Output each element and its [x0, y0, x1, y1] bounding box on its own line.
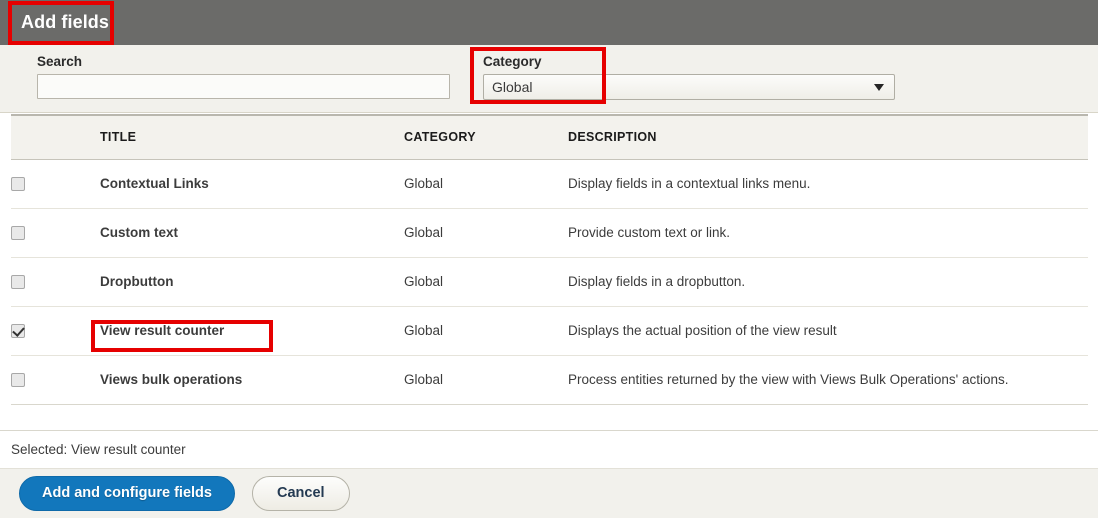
row-select-cell	[11, 355, 100, 405]
fields-table: TITLE CATEGORY DESCRIPTION Contextual Li…	[11, 114, 1088, 405]
column-header-title: TITLE	[100, 114, 404, 160]
page-title: Add fields	[21, 12, 110, 32]
row-description: Display fields in a dropbutton.	[568, 257, 1088, 307]
table-row[interactable]: Custom text Global Provide custom text o…	[11, 208, 1088, 258]
row-title: View result counter	[100, 306, 404, 356]
table-row[interactable]: Views bulk operations Global Process ent…	[11, 355, 1088, 405]
table-row[interactable]: View result counter Global Displays the …	[11, 306, 1088, 356]
row-title: Views bulk operations	[100, 355, 404, 405]
table-row[interactable]: Dropbutton Global Display fields in a dr…	[11, 257, 1088, 307]
row-checkbox[interactable]	[11, 177, 25, 192]
row-checkbox[interactable]	[11, 275, 25, 290]
row-description: Process entities returned by the view wi…	[568, 355, 1088, 405]
row-description: Provide custom text or link.	[568, 208, 1088, 258]
row-select-cell	[11, 306, 100, 356]
category-label: Category	[483, 54, 542, 69]
dialog-header: Add fields	[0, 0, 1098, 45]
row-category: Global	[404, 159, 568, 209]
row-checkbox[interactable]	[11, 226, 25, 241]
table-row[interactable]: Contextual Links Global Display fields i…	[11, 159, 1088, 209]
row-select-cell	[11, 257, 100, 307]
category-field-group: Category Global	[483, 54, 895, 100]
row-category: Global	[404, 257, 568, 307]
selected-summary-bar: Selected: View result counter	[0, 430, 1098, 468]
row-select-cell	[11, 159, 100, 209]
row-checkbox[interactable]	[11, 373, 25, 388]
chevron-down-icon	[874, 84, 884, 91]
search-field-group: Search	[37, 54, 450, 99]
column-header-select	[11, 114, 100, 160]
cancel-button[interactable]: Cancel	[251, 475, 350, 512]
table-header: TITLE CATEGORY DESCRIPTION	[11, 114, 1088, 160]
category-select-wrapper[interactable]: Global	[483, 74, 895, 100]
category-select[interactable]: Global	[483, 74, 895, 100]
dialog-footer: Add and configure fields Cancel	[0, 468, 1098, 518]
selected-summary-text: Selected: View result counter	[11, 442, 186, 457]
row-description: Display fields in a contextual links men…	[568, 159, 1088, 209]
column-header-description: DESCRIPTION	[568, 114, 1088, 160]
row-title: Dropbutton	[100, 257, 404, 307]
row-description: Displays the actual position of the view…	[568, 306, 1088, 356]
row-title: Contextual Links	[100, 159, 404, 209]
row-category: Global	[404, 306, 568, 356]
row-checkbox[interactable]	[11, 324, 25, 339]
search-label: Search	[37, 54, 83, 69]
table-header-row: TITLE CATEGORY DESCRIPTION	[11, 114, 1088, 160]
add-and-configure-fields-button[interactable]: Add and configure fields	[19, 475, 235, 512]
row-category: Global	[404, 208, 568, 258]
fields-table-wrapper: TITLE CATEGORY DESCRIPTION Contextual Li…	[11, 114, 1088, 405]
row-select-cell	[11, 208, 100, 258]
row-category: Global	[404, 355, 568, 405]
row-title: Custom text	[100, 208, 404, 258]
table-body: Contextual Links Global Display fields i…	[11, 159, 1088, 405]
search-input[interactable]	[37, 74, 450, 99]
column-header-category: CATEGORY	[404, 114, 568, 160]
